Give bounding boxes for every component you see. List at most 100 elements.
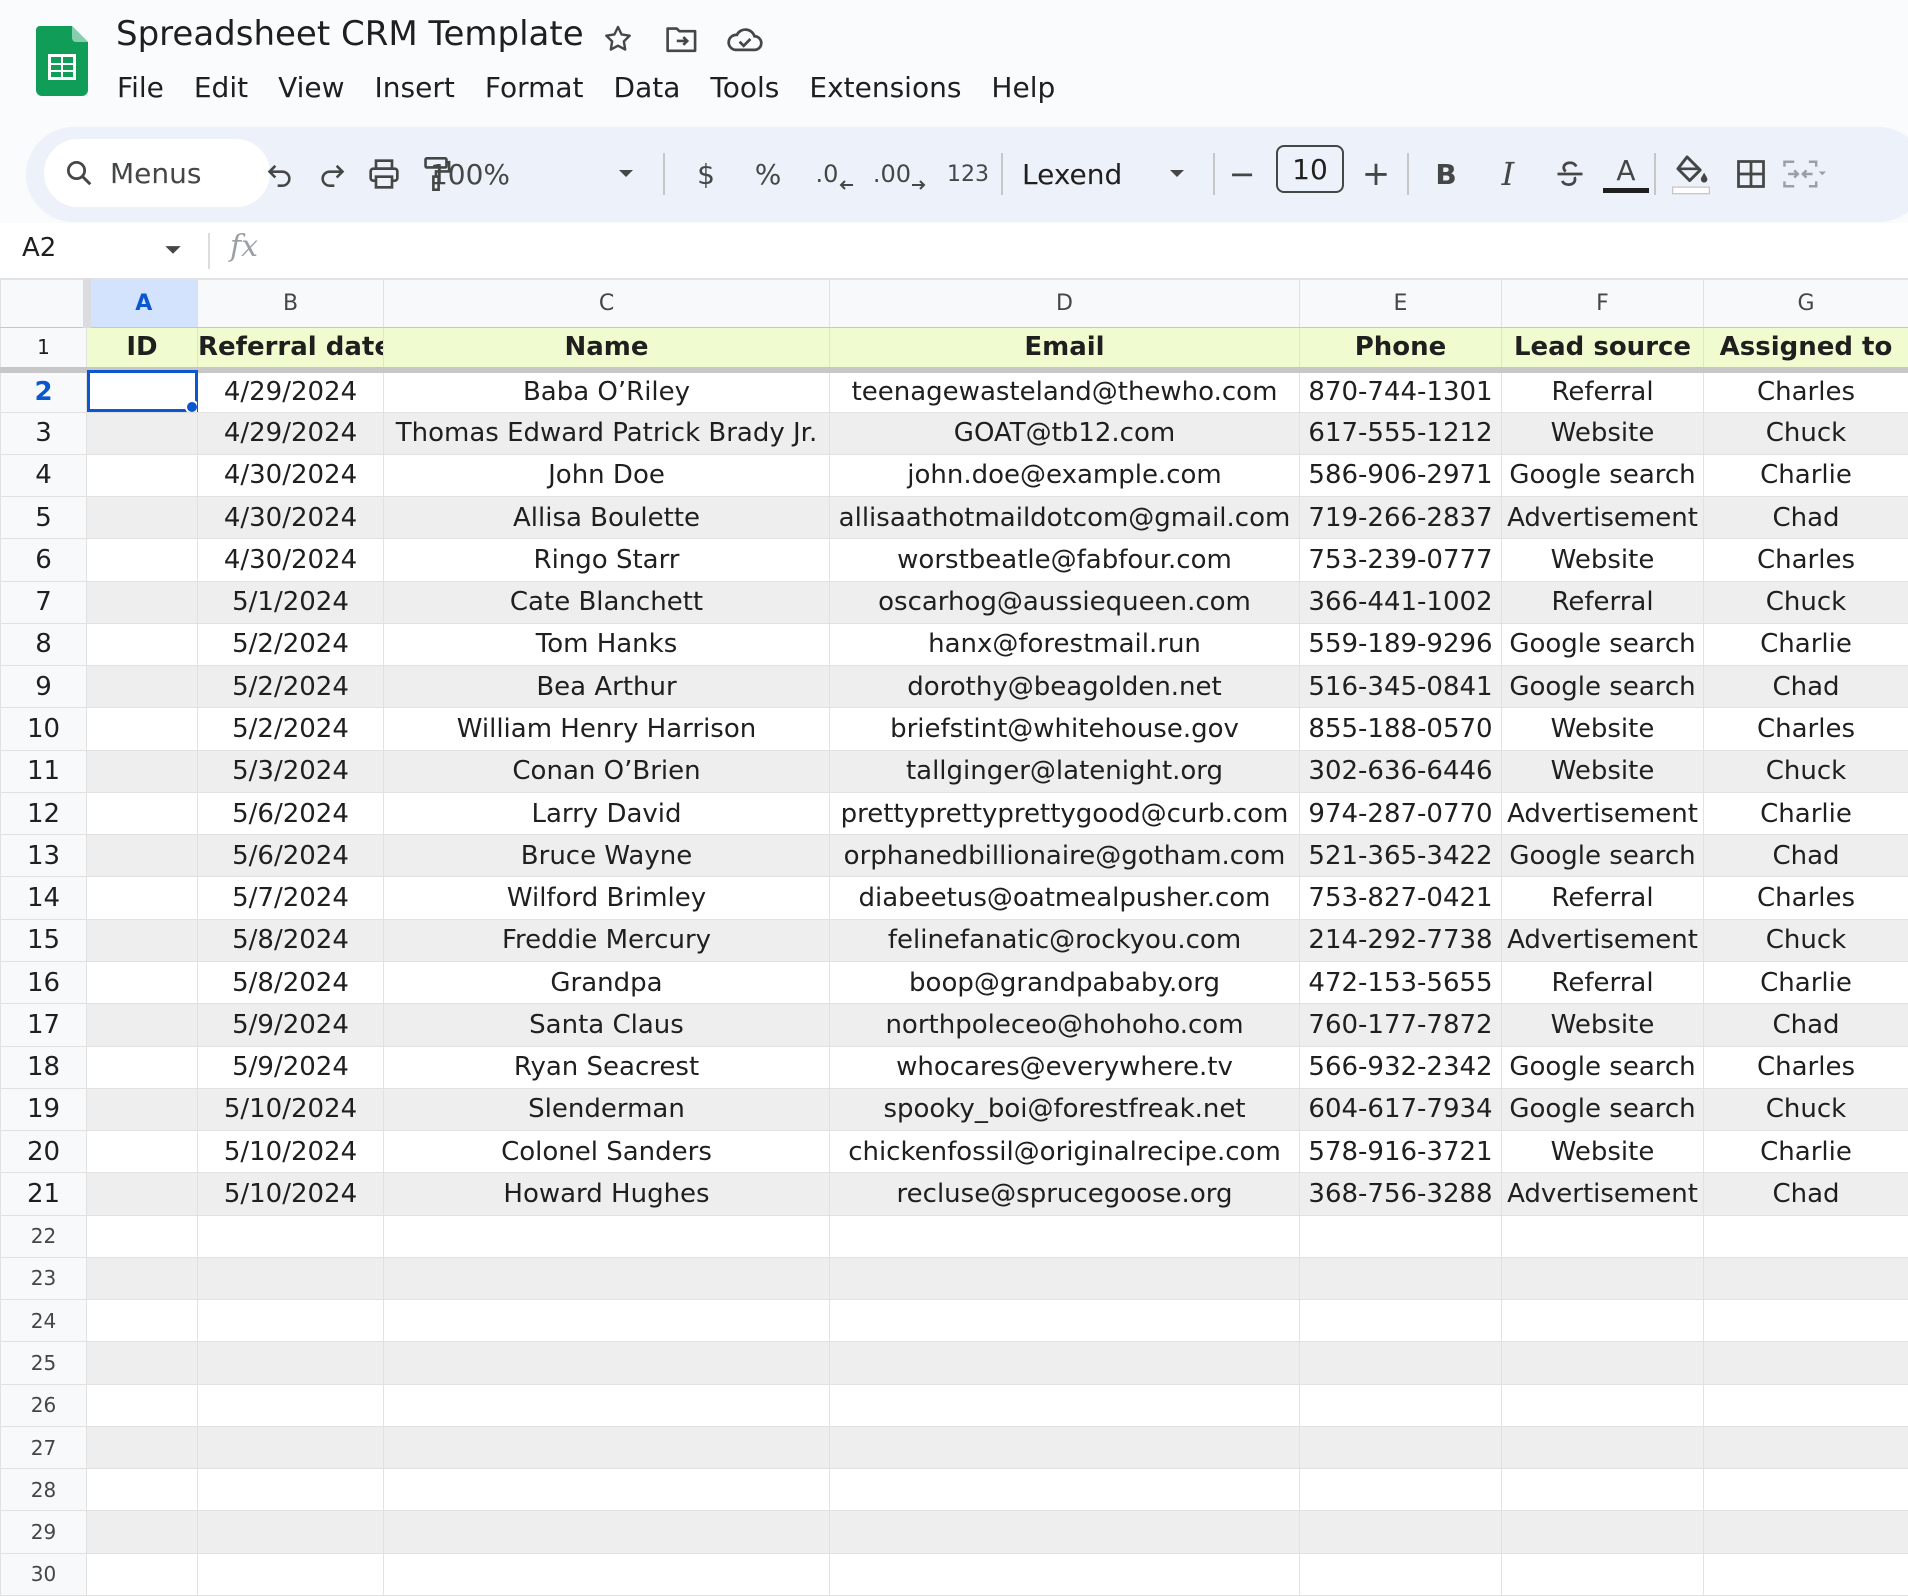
empty-cell[interactable] xyxy=(383,1468,830,1512)
cell-name[interactable]: Bruce Wayne xyxy=(383,834,830,878)
cell-lead-source[interactable]: Referral xyxy=(1501,580,1704,624)
empty-cell[interactable] xyxy=(86,1299,198,1343)
cell-lead-source[interactable]: Website xyxy=(1501,538,1704,582)
cell-lead-source[interactable]: Website xyxy=(1501,749,1704,793)
cell-email[interactable]: worstbeatle@fabfour.com xyxy=(829,538,1300,582)
row-number[interactable]: 26 xyxy=(0,1383,87,1427)
cell-phone[interactable]: 604-617-7934 xyxy=(1299,1087,1502,1132)
cell-phone[interactable]: 566-932-2342 xyxy=(1299,1045,1502,1089)
cell-name[interactable]: Tom Hanks xyxy=(383,622,830,667)
cell-assigned-to[interactable]: Chad xyxy=(1703,1172,1908,1216)
cell-phone[interactable]: 472-153-5655 xyxy=(1299,960,1502,1005)
row-number[interactable]: 29 xyxy=(0,1510,87,1554)
cell-phone[interactable]: 366-441-1002 xyxy=(1299,580,1502,624)
empty-cell[interactable] xyxy=(829,1552,1300,1596)
cell-referral-date[interactable]: 4/30/2024 xyxy=(197,453,384,498)
row-number[interactable]: 8 xyxy=(0,622,87,667)
menu-data[interactable]: Data xyxy=(599,68,696,108)
row-number[interactable]: 22 xyxy=(0,1214,87,1258)
cell-id[interactable] xyxy=(86,876,198,920)
row-number[interactable]: 13 xyxy=(0,834,87,878)
cell-email[interactable]: teenagewasteland@thewho.com xyxy=(829,369,1300,413)
chevron-down-icon[interactable] xyxy=(164,245,182,256)
cell-phone[interactable]: 302-636-6446 xyxy=(1299,749,1502,793)
column-header-f[interactable]: F xyxy=(1501,279,1704,328)
row-number[interactable]: 17 xyxy=(0,1003,87,1047)
cell-assigned-to[interactable]: Charlie xyxy=(1703,1130,1908,1174)
cell-phone[interactable]: 760-177-7872 xyxy=(1299,1003,1502,1047)
move-to-folder-icon[interactable] xyxy=(663,20,701,58)
chevron-down-icon[interactable] xyxy=(616,147,636,201)
cell-referral-date[interactable]: 5/6/2024 xyxy=(197,834,384,878)
row-number[interactable]: 11 xyxy=(0,749,87,793)
cell-email[interactable]: oscarhog@aussiequeen.com xyxy=(829,580,1300,624)
cell-referral-date[interactable]: 5/8/2024 xyxy=(197,960,384,1005)
cell-assigned-to[interactable]: Charles xyxy=(1703,538,1908,582)
cell-phone[interactable]: 753-239-0777 xyxy=(1299,538,1502,582)
cell-id[interactable] xyxy=(86,918,198,962)
cell-name[interactable]: Larry David xyxy=(383,791,830,836)
empty-cell[interactable] xyxy=(383,1510,830,1554)
cell-email[interactable]: hanx@forestmail.run xyxy=(829,622,1300,667)
cell-name[interactable]: Ringo Starr xyxy=(383,538,830,582)
header-cell-id[interactable]: ID xyxy=(86,326,198,373)
row-number[interactable]: 14 xyxy=(0,876,87,920)
cell-name[interactable]: Slenderman xyxy=(383,1087,830,1132)
chevron-down-icon[interactable] xyxy=(1167,147,1187,201)
cell-email[interactable]: northpoleceo@hohoho.com xyxy=(829,1003,1300,1047)
empty-cell[interactable] xyxy=(1501,1256,1704,1301)
empty-cell[interactable] xyxy=(1501,1341,1704,1385)
cell-assigned-to[interactable]: Chad xyxy=(1703,665,1908,709)
empty-cell[interactable] xyxy=(1299,1552,1502,1596)
row-number[interactable]: 25 xyxy=(0,1341,87,1385)
cell-name[interactable]: Wilford Brimley xyxy=(383,876,830,920)
menu-insert[interactable]: Insert xyxy=(360,68,470,108)
empty-cell[interactable] xyxy=(86,1468,198,1512)
row-number[interactable]: 9 xyxy=(0,665,87,709)
percent-format-button[interactable]: % xyxy=(748,147,788,201)
empty-cell[interactable] xyxy=(1299,1425,1502,1470)
empty-cell[interactable] xyxy=(383,1256,830,1301)
empty-cell[interactable] xyxy=(383,1552,830,1596)
row-number[interactable]: 2 xyxy=(0,369,87,413)
cell-email[interactable]: recluse@sprucegoose.org xyxy=(829,1172,1300,1216)
sheets-logo-icon[interactable] xyxy=(36,26,88,96)
print-icon[interactable] xyxy=(364,147,404,201)
header-cell-referral-date[interactable]: Referral date xyxy=(197,326,384,373)
cell-id[interactable] xyxy=(86,496,198,540)
cell-id[interactable] xyxy=(86,960,198,1005)
empty-cell[interactable] xyxy=(197,1256,384,1301)
borders-icon[interactable] xyxy=(1726,147,1776,201)
cell-assigned-to[interactable]: Chuck xyxy=(1703,411,1908,455)
cell-email[interactable]: john.doe@example.com xyxy=(829,453,1300,498)
row-number[interactable]: 7 xyxy=(0,580,87,624)
cell-lead-source[interactable]: Referral xyxy=(1501,369,1704,413)
cell-phone[interactable]: 719-266-2837 xyxy=(1299,496,1502,540)
cell-name[interactable]: Thomas Edward Patrick Brady Jr. xyxy=(383,411,830,455)
cell-assigned-to[interactable]: Chuck xyxy=(1703,918,1908,962)
cell-id[interactable] xyxy=(86,1045,198,1089)
column-header-c[interactable]: C xyxy=(383,279,830,328)
row-number[interactable]: 21 xyxy=(0,1172,87,1216)
empty-cell[interactable] xyxy=(86,1256,198,1301)
empty-cell[interactable] xyxy=(829,1341,1300,1385)
menu-file[interactable]: File xyxy=(102,68,179,108)
cell-lead-source[interactable]: Referral xyxy=(1501,960,1704,1005)
row-number[interactable]: 15 xyxy=(0,918,87,962)
cell-name[interactable]: Howard Hughes xyxy=(383,1172,830,1216)
header-cell-name[interactable]: Name xyxy=(383,326,830,373)
column-header-e[interactable]: E xyxy=(1299,279,1502,328)
cell-referral-date[interactable]: 5/2/2024 xyxy=(197,665,384,709)
empty-cell[interactable] xyxy=(197,1299,384,1343)
empty-cell[interactable] xyxy=(829,1425,1300,1470)
header-cell-phone[interactable]: Phone xyxy=(1299,326,1502,373)
cell-assigned-to[interactable]: Charles xyxy=(1703,707,1908,751)
cell-name[interactable]: John Doe xyxy=(383,453,830,498)
cell-referral-date[interactable]: 4/30/2024 xyxy=(197,538,384,582)
menu-view[interactable]: View xyxy=(263,68,359,108)
row-number[interactable]: 16 xyxy=(0,960,87,1005)
cell-phone[interactable]: 617-555-1212 xyxy=(1299,411,1502,455)
cell-id[interactable] xyxy=(86,411,198,455)
empty-cell[interactable] xyxy=(383,1341,830,1385)
cell-lead-source[interactable]: Website xyxy=(1501,1003,1704,1047)
